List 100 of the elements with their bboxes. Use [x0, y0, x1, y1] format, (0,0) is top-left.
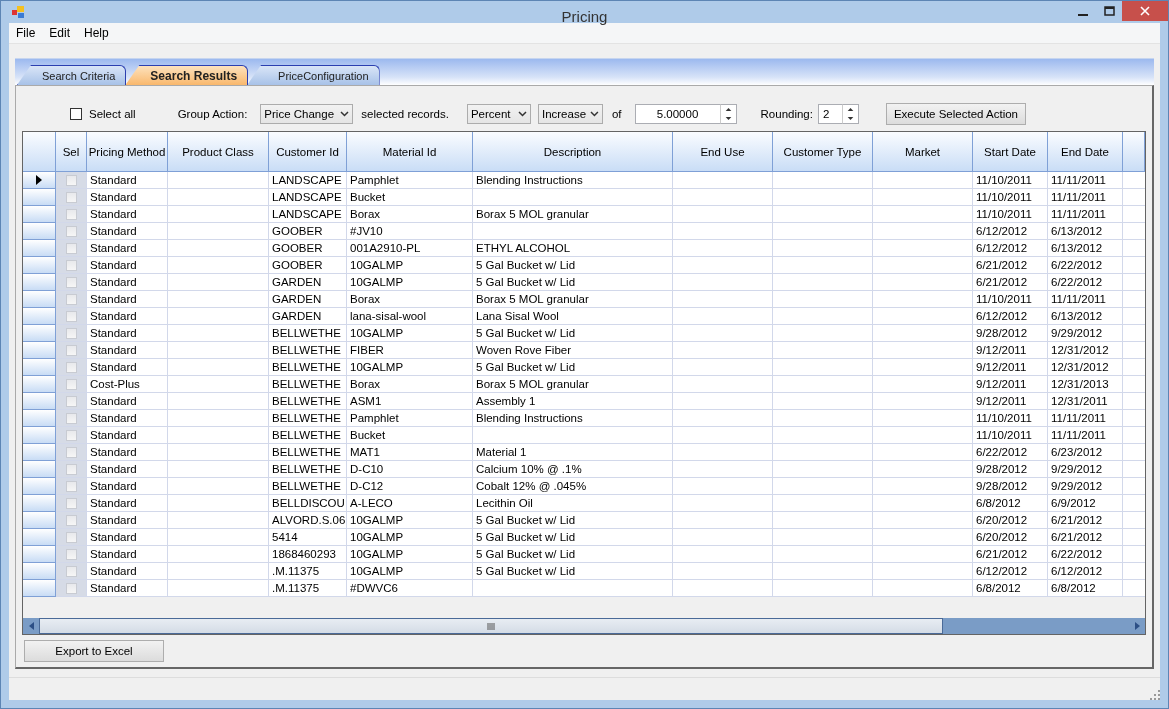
amount-field[interactable]: 5.00000	[634, 104, 720, 124]
table-cell: 6/13/2012	[1048, 223, 1123, 240]
row-checkbox[interactable]	[65, 446, 77, 458]
row-checkbox[interactable]	[65, 242, 77, 254]
column-header[interactable]: End Use	[673, 132, 773, 172]
column-header[interactable]: Description	[473, 132, 673, 172]
tab[interactable]: Search Results	[125, 65, 249, 85]
table-cell: 6/22/2012	[1048, 257, 1123, 274]
checkbox-label[interactable]: Select all	[89, 108, 136, 120]
export-button[interactable]: Export to Excel	[24, 640, 164, 662]
table-cell: ETHYL ALCOHOL	[473, 240, 673, 257]
row-checkbox[interactable]	[65, 378, 77, 390]
row-checkbox[interactable]	[65, 191, 77, 203]
table-cell: #DWVC6	[347, 580, 473, 597]
row-filler	[1123, 342, 1145, 359]
row-checkbox[interactable]	[65, 395, 77, 407]
column-header[interactable]: Market	[873, 132, 973, 172]
menu-item[interactable]: Edit	[42, 26, 78, 40]
column-header[interactable]: Start Date	[973, 132, 1048, 172]
row-filler	[1123, 546, 1145, 563]
table-cell: GOOBER	[269, 257, 347, 274]
row-header[interactable]	[23, 172, 56, 189]
scroll-left-icon[interactable]	[28, 622, 34, 630]
row-checkbox[interactable]	[65, 293, 77, 305]
row-checkbox[interactable]	[65, 259, 77, 271]
row-checkbox[interactable]	[65, 276, 77, 288]
row-checkbox[interactable]	[65, 310, 77, 322]
table-cell: Standard	[87, 393, 168, 410]
row-checkbox[interactable]	[65, 514, 77, 526]
scroll-right-icon[interactable]	[1134, 622, 1140, 630]
table-cell: Standard	[87, 325, 168, 342]
table-cell: Standard	[87, 546, 168, 563]
row-checkbox[interactable]	[65, 548, 77, 560]
row-checkbox[interactable]	[65, 497, 77, 509]
column-header[interactable]: Customer Type	[773, 132, 873, 172]
group-action-dropdown[interactable]: Price Change	[260, 104, 354, 124]
row-checkbox[interactable]	[65, 327, 77, 339]
row-filler	[1123, 410, 1145, 427]
table-cell: 9/28/2012	[973, 478, 1048, 495]
menu-item[interactable]: Help	[77, 26, 116, 40]
horizontal-scrollbar[interactable]	[23, 618, 1145, 634]
table-cell: 11/11/2011	[1048, 189, 1123, 206]
row-filler	[1123, 444, 1145, 461]
table-cell: BELLWETHE	[269, 325, 347, 342]
tab[interactable]: PriceConfiguration	[247, 65, 380, 85]
row-filler	[1123, 427, 1145, 444]
row-checkbox[interactable]	[65, 582, 77, 594]
column-header[interactable]: Pricing Method	[87, 132, 168, 172]
table-cell: ASM1	[347, 393, 473, 410]
table-cell: Standard	[87, 189, 168, 206]
table-cell: 001A2910-PL	[347, 240, 473, 257]
column-header[interactable]: Material Id	[347, 132, 473, 172]
row-filler	[1123, 325, 1145, 342]
row-checkbox[interactable]	[65, 208, 77, 220]
row-checkbox[interactable]	[65, 344, 77, 356]
row-checkbox[interactable]	[65, 463, 77, 475]
menu-item[interactable]: File	[9, 26, 43, 40]
table-cell: 6/8/2012	[973, 580, 1048, 597]
table-cell: GARDEN	[269, 308, 347, 325]
direction-dropdown[interactable]: Increase	[537, 104, 603, 124]
table-cell: Lecithin Oil	[473, 495, 673, 512]
row-filler	[1123, 461, 1145, 478]
table-cell: Standard	[87, 563, 168, 580]
row-checkbox[interactable]	[65, 412, 77, 424]
column-header[interactable]: Product Class	[168, 132, 269, 172]
table-cell: 6/13/2012	[1048, 308, 1123, 325]
table-cell: FIBER	[347, 342, 473, 359]
row-checkbox[interactable]	[65, 225, 77, 237]
table-cell: 6/8/2012	[973, 495, 1048, 512]
table-cell: 9/29/2012	[1048, 325, 1123, 342]
table-cell: 5 Gal Bucket w/ Lid	[473, 257, 673, 274]
row-filler	[1123, 512, 1145, 529]
table-cell: Borax	[347, 206, 473, 223]
table-cell: 6/21/2012	[1048, 529, 1123, 546]
checkbox[interactable]	[70, 108, 82, 120]
table-cell: GARDEN	[269, 274, 347, 291]
table-cell: 10GALMP	[347, 512, 473, 529]
resize-grip-icon[interactable]	[1150, 690, 1160, 700]
rounding-field[interactable]: 2	[817, 104, 842, 124]
row-checkbox[interactable]	[65, 531, 77, 543]
table-cell: BELLWETHE	[269, 359, 347, 376]
mode-dropdown[interactable]: Percent	[466, 104, 531, 124]
table-cell: Standard	[87, 342, 168, 359]
table-cell: BELLWETHE	[269, 427, 347, 444]
table-cell: Standard	[87, 274, 168, 291]
column-header[interactable]: End Date	[1048, 132, 1123, 172]
table-cell: 11/11/2011	[1048, 291, 1123, 308]
row-checkbox[interactable]	[65, 480, 77, 492]
table-cell: 6/21/2012	[973, 546, 1048, 563]
execute-button[interactable]: Execute Selected Action	[885, 103, 1026, 125]
table-cell: 11/10/2011	[973, 206, 1048, 223]
table-cell: Standard	[87, 512, 168, 529]
column-header[interactable]: Sel	[56, 132, 87, 172]
table-cell: A-LECO	[347, 495, 473, 512]
row-checkbox[interactable]	[65, 361, 77, 373]
row-checkbox[interactable]	[65, 429, 77, 441]
column-header[interactable]: Customer Id	[269, 132, 347, 172]
tab[interactable]: Search Criteria	[17, 65, 127, 85]
row-checkbox[interactable]	[65, 174, 77, 186]
row-checkbox[interactable]	[65, 565, 77, 577]
